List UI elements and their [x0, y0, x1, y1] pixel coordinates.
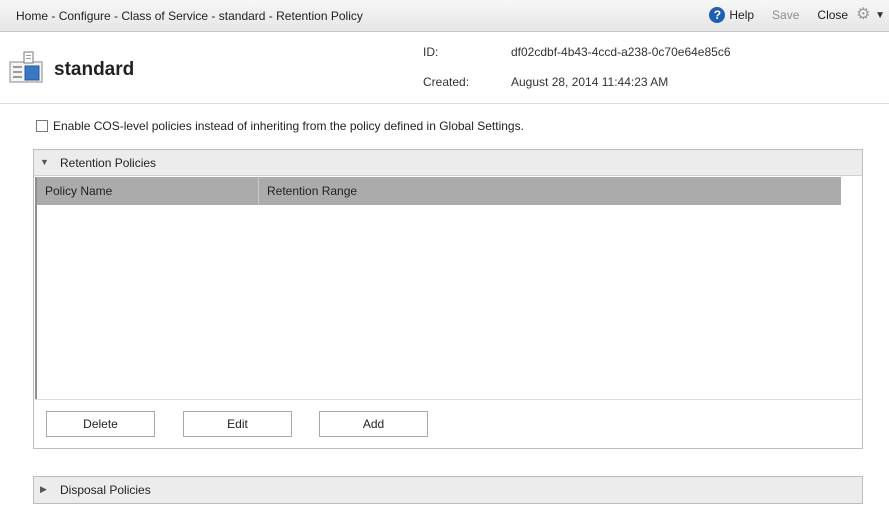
disposal-policies-title: Disposal Policies: [60, 483, 151, 497]
breadcrumb-standard[interactable]: standard: [219, 9, 266, 23]
top-bar: Home - Configure - Class of Service - st…: [0, 0, 889, 32]
help-button[interactable]: Help: [729, 8, 754, 22]
cos-policy-checkbox-label[interactable]: Enable COS-level policies instead of inh…: [53, 119, 524, 133]
retention-policies-button-bar: Delete Edit Add: [35, 399, 861, 448]
help-icon[interactable]: ?: [709, 7, 726, 23]
edit-button[interactable]: Edit: [183, 411, 292, 437]
add-button[interactable]: Add: [319, 411, 428, 437]
chevron-down-icon[interactable]: ▼: [875, 10, 885, 21]
created-value: August 28, 2014 11:44:23 AM: [511, 75, 669, 89]
id-label: ID:: [423, 45, 439, 59]
cos-policy-checkbox[interactable]: [36, 120, 48, 132]
cos-policy-option: Enable COS-level policies instead of inh…: [36, 119, 524, 133]
class-of-service-icon: [9, 51, 43, 83]
retention-policies-header[interactable]: ▼ Retention Policies: [34, 150, 862, 176]
breadcrumb-configure[interactable]: Configure: [59, 9, 111, 23]
breadcrumb-separator: -: [110, 9, 122, 23]
expand-triangle-icon[interactable]: ▶: [40, 484, 47, 495]
breadcrumb-class-of-service[interactable]: Class of Service: [121, 9, 208, 23]
gear-icon[interactable]: ⚙: [856, 7, 872, 23]
close-button[interactable]: Close: [817, 8, 848, 22]
collapse-triangle-icon[interactable]: ▼: [40, 157, 49, 167]
breadcrumb-home[interactable]: Home: [16, 9, 48, 23]
breadcrumb-separator: -: [265, 9, 277, 23]
table-body: [37, 205, 841, 399]
retention-policies-panel: ▼ Retention Policies Policy Name Retenti…: [33, 149, 863, 449]
table-header: Policy Name Retention Range: [37, 177, 841, 205]
breadcrumb: Home - Configure - Class of Service - st…: [16, 9, 363, 23]
column-header-retention-range[interactable]: Retention Range: [259, 177, 841, 205]
toolbar-actions: ? Help Save Close ⚙ ▼: [709, 7, 885, 23]
id-value: df02cdbf-4b43-4ccd-a238-0c70e64e85c6: [511, 45, 731, 59]
column-header-policy-name[interactable]: Policy Name: [37, 177, 259, 205]
retention-policies-title: Retention Policies: [60, 156, 157, 170]
breadcrumb-separator: -: [48, 9, 59, 23]
save-button: Save: [772, 8, 800, 22]
delete-button[interactable]: Delete: [46, 411, 155, 437]
created-label: Created:: [423, 75, 470, 89]
breadcrumb-current: Retention Policy: [276, 9, 363, 23]
disposal-policies-header[interactable]: ▶ Disposal Policies: [34, 477, 862, 503]
disposal-policies-panel: ▶ Disposal Policies: [33, 476, 863, 504]
retention-policies-table: Policy Name Retention Range: [35, 177, 841, 399]
table-scrollbar-area: [841, 177, 862, 399]
breadcrumb-separator: -: [208, 9, 219, 23]
header-section: standard ID: df02cdbf-4b43-4ccd-a238-0c7…: [0, 33, 889, 104]
page-title: standard: [54, 59, 135, 80]
